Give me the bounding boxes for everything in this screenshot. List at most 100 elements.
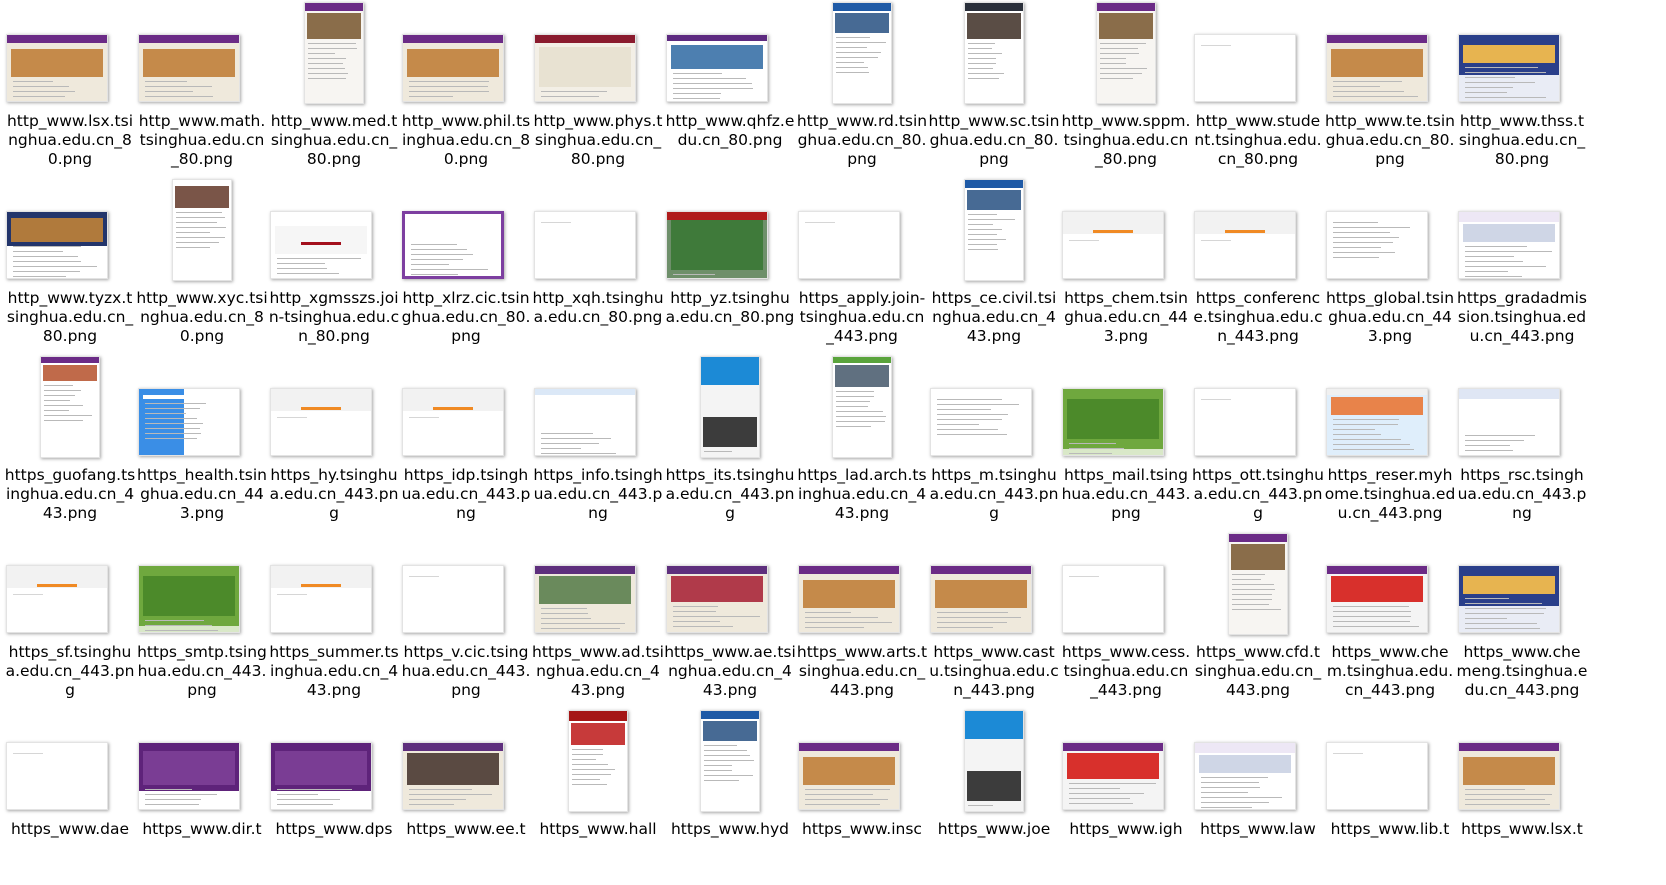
thumbnail-image [1326,34,1428,102]
file-item[interactable]: http_www.rd.tsinghua.edu.cn_80.png [796,0,928,177]
thumbnail-text-line [1100,53,1139,54]
thumbnail-slot [796,708,928,818]
thumbnail-accent [37,584,77,587]
file-name-label: https_www.arts.tsinghua.edu.cn_443.png [796,643,928,699]
thumbnail-text-line [836,401,871,402]
file-item[interactable]: https_sf.tsinghua.edu.cn_443.png [4,531,136,708]
file-name-label: http_www.med.tsinghua.edu.cn_80.png [270,112,398,168]
thumbnail-image [1194,34,1296,102]
thumbnail-hero [671,576,763,602]
thumbnail-text-line [541,613,588,614]
file-item[interactable]: http_www.thss.tsinghua.edu.cn_80.png [1456,0,1588,177]
file-item[interactable]: https_apply.join-tsinghua.edu.cn_443.png [796,177,928,354]
file-item[interactable]: https_idp.tsinghua.edu.cn_443.png [400,354,532,531]
file-item[interactable]: http_www.phys.tsinghua.edu.cn_80.png [532,0,664,177]
thumbnail-text-line [1465,246,1527,247]
file-item[interactable]: https_guofang.tsinghua.edu.cn_443.png [4,354,136,531]
file-item[interactable]: http_www.lsx.tsinghua.edu.cn_80.png [4,0,136,177]
thumbnail-slot [268,0,400,110]
file-item[interactable]: http_www.tyzx.tsinghua.edu.cn_80.png [4,177,136,354]
file-item[interactable]: https_rsc.tsinghua.edu.cn_443.png [1456,354,1588,531]
file-item[interactable]: https_m.tsinghua.edu.cn_443.png [928,354,1060,531]
file-item[interactable]: http_xqh.tsinghua.edu.cn_80.png [532,177,664,354]
thumbnail-text-line [145,799,201,800]
thumbnail-text-line [1100,58,1126,59]
file-item[interactable]: http_www.xyc.tsinghua.edu.cn_80.png [136,177,268,354]
file-item[interactable]: https_www.hall [532,708,664,885]
thumbnail-text-line [541,443,599,444]
thumbnail-text-line [44,400,70,401]
file-item[interactable]: https_its.tsinghua.edu.cn_443.png [664,354,796,531]
file-item[interactable]: https_www.cess.tsinghua.edu.cn_443.png [1060,531,1192,708]
file-name-label: https_chem.tsinghua.edu.cn_443.png [1064,289,1188,345]
file-item[interactable]: https_www.dps [268,708,400,885]
thumbnail-accent [301,407,341,410]
thumbnail-image [270,211,372,279]
file-item[interactable]: https_www.chemeng.tsinghua.edu.cn_443.pn… [1456,531,1588,708]
thumbnail-text-line [1465,261,1523,262]
thumbnail-header [931,389,1031,391]
thumbnail-text-line [1100,48,1139,49]
file-item[interactable]: https_chem.tsinghua.edu.cn_443.png [1060,177,1192,354]
file-item[interactable]: https_ott.tsinghua.edu.cn_443.png [1192,354,1324,531]
file-name-label: https_www.ad.tsinghua.edu.cn_443.png [532,643,664,699]
file-item[interactable]: https_www.castu.tsinghua.edu.cn_443.png [928,531,1060,708]
thumbnail-accent [1225,230,1265,233]
file-item[interactable]: https_v.cic.tsinghua.edu.cn_443.png [400,531,532,708]
file-item[interactable]: https_ce.civil.tsinghua.edu.cn_443.png [928,177,1060,354]
file-item[interactable]: https_reser.myhome.tsinghua.edu.cn_443.p… [1324,354,1456,531]
file-item[interactable]: https_www.chem.tsinghua.edu.cn_443.png [1324,531,1456,708]
file-item[interactable]: https_www.dir.t [136,708,268,885]
thumbnail-header [799,212,899,214]
thumbnail-hero [143,49,235,77]
thumbnail-slot [4,531,136,641]
thumbnail-text-line [968,805,993,806]
file-item[interactable]: https_www.ae.tsinghua.edu.cn_443.png [664,531,796,708]
file-name-label: http_www.te.tsinghua.edu.cn_80.png [1325,112,1455,168]
file-item[interactable]: https_mail.tsinghua.edu.cn_443.png [1060,354,1192,531]
file-item[interactable]: https_www.law [1192,708,1324,885]
thumbnail-hero [1331,397,1423,415]
thumbnail-text-line [836,67,868,68]
file-item[interactable]: http_yz.tsinghua.edu.cn_80.png [664,177,796,354]
file-item[interactable]: https_summer.tsinghua.edu.cn_443.png [268,531,400,708]
file-item[interactable]: http_www.sppm.tsinghua.edu.cn_80.png [1060,0,1192,177]
file-item[interactable]: https_www.cfd.tsinghua.edu.cn_443.png [1192,531,1324,708]
file-item[interactable]: http_www.sc.tsinghua.edu.cn_80.png [928,0,1060,177]
file-item[interactable]: http_www.phil.tsinghua.edu.cn_80.png [400,0,532,177]
file-item[interactable]: https_www.ee.t [400,708,532,885]
file-item[interactable]: https_conference.tsinghua.edu.cn_443.png [1192,177,1324,354]
file-item[interactable]: https_www.arts.tsinghua.edu.cn_443.png [796,531,928,708]
thumbnail-hero [1099,13,1153,39]
file-item[interactable]: https_lad.arch.tsinghua.edu.cn_443.png [796,354,928,531]
file-item[interactable]: http_www.qhfz.edu.cn_80.png [664,0,796,177]
thumbnail-text-line [176,247,211,248]
file-item[interactable]: http_www.med.tsinghua.edu.cn_80.png [268,0,400,177]
file-item[interactable]: http_xlrz.cic.tsinghua.edu.cn_80.png [400,177,532,354]
file-item[interactable]: https_gradadmission.tsinghua.edu.cn_443.… [1456,177,1588,354]
thumbnail-text-line [541,453,616,454]
file-item[interactable]: http_www.math.tsinghua.edu.cn_80.png [136,0,268,177]
file-item[interactable]: https_www.igh [1060,708,1192,885]
thumbnail-image [964,179,1024,281]
file-item[interactable]: https_www.lsx.t [1456,708,1588,885]
thumbnail-header [403,743,503,751]
file-item[interactable]: https_health.tsinghua.edu.cn_443.png [136,354,268,531]
file-item[interactable]: https_www.lib.t [1324,708,1456,885]
thumbnail-image [6,34,108,102]
file-item[interactable]: https_smtp.tsinghua.edu.cn_443.png [136,531,268,708]
thumbnail-text-line [1333,616,1411,617]
file-item[interactable]: http_www.student.tsinghua.edu.cn_80.png [1192,0,1324,177]
file-item[interactable]: https_www.joe [928,708,1060,885]
file-item[interactable]: https_www.insc [796,708,928,885]
file-item[interactable]: https_www.dae [4,708,136,885]
file-item[interactable]: https_www.ad.tsinghua.edu.cn_443.png [532,531,664,708]
file-item[interactable]: http_www.te.tsinghua.edu.cn_80.png [1324,0,1456,177]
file-item[interactable]: https_hy.tsinghua.edu.cn_443.png [268,354,400,531]
file-item[interactable]: https_global.tsinghua.edu.cn_443.png [1324,177,1456,354]
thumbnail-slot [664,0,796,110]
file-item[interactable]: https_www.hyd [664,708,796,885]
file-item[interactable]: https_info.tsinghua.edu.cn_443.png [532,354,664,531]
thumbnail-text-line [409,96,453,97]
file-item[interactable]: http_xgmsszs.join-tsinghua.edu.cn_80.png [268,177,400,354]
